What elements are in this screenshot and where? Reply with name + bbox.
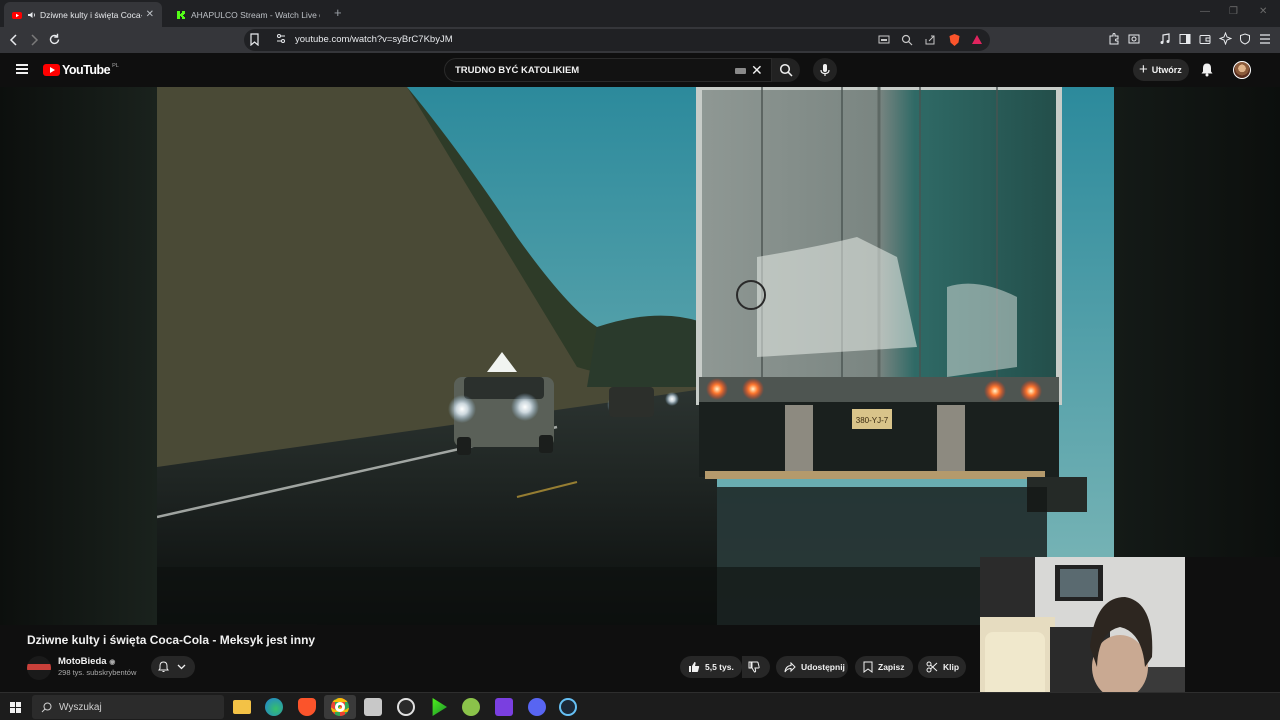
new-tab-icon[interactable]: + xyxy=(334,5,342,20)
clip-label: Klip xyxy=(943,662,960,672)
taskbar-search-placeholder: Wyszukaj xyxy=(59,702,102,713)
bell-icon xyxy=(158,661,169,672)
subscriber-count: 298 tys. subskrybentów xyxy=(58,668,137,677)
guide-menu-icon[interactable] xyxy=(16,64,28,74)
video-title: Dziwne kulty i święta Coca-Cola - Meksyk… xyxy=(27,633,316,647)
save-button[interactable]: Zapisz xyxy=(855,656,913,678)
search-icon xyxy=(779,63,793,77)
save-label: Zapisz xyxy=(878,662,905,672)
kick-icon xyxy=(177,10,185,19)
youtube-play-icon xyxy=(43,64,60,76)
scissors-icon xyxy=(926,661,938,673)
vpn-icon[interactable] xyxy=(1239,33,1251,45)
chrome-icon[interactable] xyxy=(331,698,349,716)
notifications-icon[interactable] xyxy=(1200,62,1214,77)
minimize-icon[interactable]: — xyxy=(1200,6,1210,17)
app-icon[interactable] xyxy=(495,698,513,716)
forward-icon[interactable] xyxy=(29,34,39,46)
chevron-down-icon xyxy=(177,664,186,670)
dislike-button[interactable] xyxy=(742,656,770,678)
like-button[interactable]: 5,5 tys. xyxy=(680,656,742,678)
share-label: Udostępnij xyxy=(801,662,845,672)
back-icon[interactable] xyxy=(9,34,19,46)
search-icon xyxy=(41,702,52,713)
tab-youtube[interactable]: Dziwne kulty i święta Coca-C ✕ xyxy=(4,2,162,27)
windows-start-icon[interactable] xyxy=(10,702,21,713)
share-page-icon[interactable] xyxy=(924,34,936,46)
sidebar-icon[interactable] xyxy=(1179,33,1191,45)
plus-icon: + xyxy=(1139,60,1148,78)
tab-title: Dziwne kulty i święta Coca-C xyxy=(40,9,142,20)
video-still-image: 380-YJ-7 xyxy=(157,87,1114,625)
file-explorer-icon[interactable] xyxy=(233,700,251,714)
cast-icon[interactable] xyxy=(878,35,890,45)
wallet-icon[interactable] xyxy=(1199,33,1211,45)
app-icon[interactable] xyxy=(432,698,447,716)
taskbar-search-input[interactable]: Wyszukaj xyxy=(32,695,224,719)
brave-rewards-icon[interactable] xyxy=(971,34,983,45)
like-count: 5,5 tys. xyxy=(705,662,734,672)
tab-close-icon[interactable]: ✕ xyxy=(146,9,154,20)
create-button[interactable]: + Utwórz xyxy=(1133,59,1189,81)
app-icon[interactable] xyxy=(364,698,382,716)
tab-title: AHAPULCO Stream - Watch Live on K xyxy=(191,9,320,20)
country-code: PL xyxy=(112,63,119,69)
verified-icon: ◉ xyxy=(109,659,116,666)
brave-icon[interactable] xyxy=(298,698,316,716)
channel-avatar[interactable] xyxy=(27,656,51,680)
video-player[interactable]: 380-YJ-7 xyxy=(0,87,1280,625)
share-button[interactable]: Udostępnij xyxy=(776,656,848,678)
microphone-icon xyxy=(820,64,830,76)
voice-search-button[interactable] xyxy=(813,58,837,82)
close-window-icon[interactable]: ✕ xyxy=(1259,6,1267,17)
video-frame[interactable]: 380-YJ-7 xyxy=(157,87,1114,625)
ambient-left xyxy=(0,87,157,625)
create-label: Utwórz xyxy=(1151,65,1182,75)
youtube-logo[interactable]: YouTube PL xyxy=(43,63,119,77)
channel-name-text: MotoBieda xyxy=(58,656,107,667)
clip-button[interactable]: Klip xyxy=(918,656,966,678)
browser-toolbar: youtube.com/watch?v=syBrC7KbyJM xyxy=(0,27,1280,53)
user-avatar[interactable] xyxy=(1233,61,1251,79)
save-icon xyxy=(863,661,873,673)
address-bar[interactable]: youtube.com/watch?v=syBrC7KbyJM xyxy=(244,29,990,51)
youtube-header: YouTube PL TRUDNO BYĆ KATOLIKIEM ✕ + Utw… xyxy=(0,53,1280,87)
thumbs-down-icon xyxy=(748,661,760,673)
windows-taskbar: Wyszukaj xyxy=(0,692,1280,720)
youtube-wordmark: YouTube xyxy=(62,63,111,77)
leo-ai-icon[interactable] xyxy=(1219,32,1232,45)
speaker-icon[interactable] xyxy=(27,10,37,20)
search-button[interactable] xyxy=(772,58,800,82)
site-settings-icon[interactable] xyxy=(276,33,286,45)
menu-icon[interactable] xyxy=(1259,34,1271,44)
zoom-icon[interactable] xyxy=(901,34,913,46)
extensions-icon[interactable] xyxy=(1108,33,1120,45)
browser-window: Dziwne kulty i święta Coca-C ✕ AHAPULCO … xyxy=(0,0,1280,720)
ambient-right xyxy=(1114,87,1280,625)
thumbs-up-icon xyxy=(689,662,700,672)
steam-icon[interactable] xyxy=(559,698,577,716)
keyboard-icon[interactable] xyxy=(735,68,746,74)
screenshot-icon[interactable] xyxy=(1128,33,1140,45)
brave-shields-icon[interactable] xyxy=(948,33,961,47)
tab-strip: Dziwne kulty i święta Coca-C ✕ AHAPULCO … xyxy=(0,0,1280,27)
url-text: youtube.com/watch?v=syBrC7KbyJM xyxy=(295,34,453,45)
discord-icon[interactable] xyxy=(528,698,546,716)
truck-plate-text: 380-YJ-7 xyxy=(856,416,889,425)
channel-name[interactable]: MotoBieda ◉ xyxy=(58,656,115,667)
clear-search-icon[interactable]: ✕ xyxy=(751,62,763,79)
restore-icon[interactable]: ❐ xyxy=(1229,6,1238,17)
search-input[interactable]: TRUDNO BYĆ KATOLIKIEM ✕ xyxy=(444,58,772,82)
search-query: TRUDNO BYĆ KATOLIKIEM xyxy=(455,65,580,76)
bookmark-icon[interactable] xyxy=(250,33,259,46)
share-icon xyxy=(784,661,796,672)
subscribed-notifications-button[interactable] xyxy=(151,656,195,678)
reload-icon[interactable] xyxy=(48,33,61,46)
app-icon[interactable] xyxy=(462,698,480,716)
edge-icon[interactable] xyxy=(265,698,283,716)
tab-kick[interactable]: AHAPULCO Stream - Watch Live on K xyxy=(168,2,328,27)
obs-icon[interactable] xyxy=(397,698,415,716)
media-controls-icon[interactable] xyxy=(1159,33,1171,45)
youtube-icon xyxy=(12,11,22,19)
